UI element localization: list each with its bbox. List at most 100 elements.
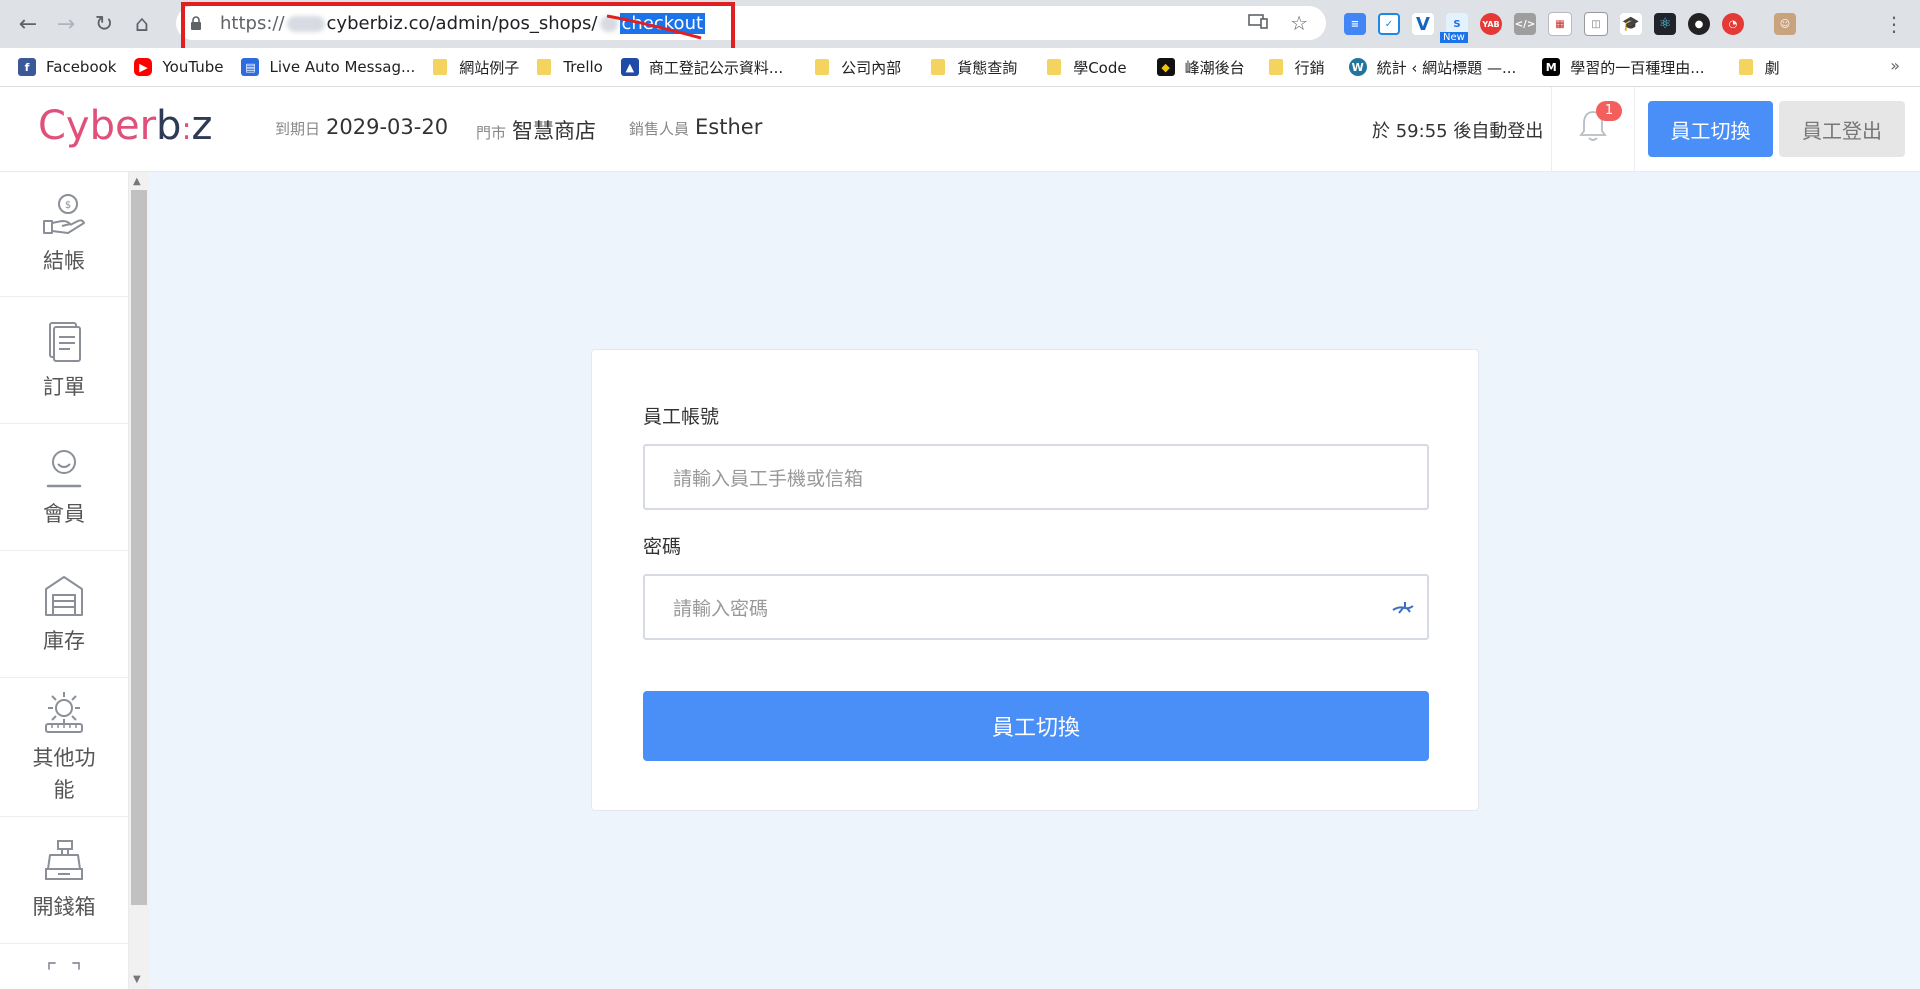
- notification-badge: 1: [1596, 101, 1622, 121]
- sidebar-item-label: 會員: [43, 502, 85, 526]
- grid-extension-icon[interactable]: ▦: [1548, 12, 1572, 36]
- bookmark-folder-shipping[interactable]: 貨態查詢: [931, 57, 1017, 78]
- account-input[interactable]: 請輸入員工手機或信箱: [643, 444, 1429, 510]
- switch-staff-button[interactable]: 員工切換: [1648, 101, 1773, 157]
- bookmark-label: Live Auto Messag...: [269, 58, 416, 76]
- folder-icon: [1268, 59, 1283, 75]
- sidebar-item-cash-drawer[interactable]: 開錢箱: [0, 817, 128, 944]
- bookmark-label: 學Code: [1073, 58, 1127, 77]
- home-icon[interactable]: ⌂: [124, 6, 160, 42]
- staff-label: 銷售人員: [629, 120, 690, 138]
- staff-switch-card: 員工帳號 請輸入員工手機或信箱 密碼 請輸入密碼 員工切換: [591, 349, 1479, 811]
- bookmark-admin[interactable]: ◆ 峰潮後台: [1156, 57, 1245, 78]
- bookmark-label: 統計 ‹ 網站標題 —...: [1376, 58, 1517, 77]
- bookmark-folder-drama[interactable]: 劇: [1738, 57, 1780, 78]
- order-document-icon: [49, 322, 81, 362]
- logo-dot: :: [181, 112, 192, 147]
- url-scheme: https://: [220, 12, 285, 34]
- sidebar-item-partial[interactable]: [0, 944, 128, 989]
- lock-icon: [190, 15, 206, 31]
- cast-icon[interactable]: [1248, 13, 1268, 34]
- notifications[interactable]: 1: [1551, 87, 1635, 171]
- url-selected-segment: checkout: [619, 12, 706, 34]
- warehouse-icon: [45, 576, 83, 616]
- bookmark-facebook[interactable]: f Facebook: [18, 58, 116, 76]
- bookmark-folder-trello[interactable]: Trello: [537, 58, 603, 76]
- medium-icon: M: [1542, 58, 1561, 76]
- ninja-extension-icon[interactable]: ●: [1688, 13, 1710, 35]
- switch-staff-submit-button[interactable]: 員工切換: [643, 691, 1429, 761]
- forward-icon[interactable]: →: [48, 6, 84, 42]
- v-extension-icon[interactable]: V: [1412, 13, 1434, 35]
- expiry-info: 到期日 2029-03-20: [275, 115, 448, 139]
- bookmark-live-auto[interactable]: ▤ Live Auto Messag...: [241, 58, 415, 76]
- translate-extension-icon[interactable]: ≡: [1344, 13, 1366, 35]
- sidebar-item-label: 其他功能: [32, 746, 96, 802]
- new-extension-icon[interactable]: S New: [1440, 13, 1468, 43]
- staff-value: Esther: [695, 115, 763, 139]
- sidebar-item-label: 結帳: [43, 249, 85, 273]
- logo-text: b: [156, 103, 182, 149]
- staff-logout-button[interactable]: 員工登出: [1779, 101, 1905, 157]
- expiry-label: 到期日: [275, 120, 321, 138]
- expiry-value: 2029-03-20: [326, 115, 449, 139]
- bookmark-label: YouTube: [162, 58, 224, 76]
- folder-icon: [931, 59, 946, 75]
- folder-icon: [537, 59, 552, 75]
- folder-icon: [815, 59, 830, 75]
- sidebar-scrollbar-thumb[interactable]: [131, 190, 147, 905]
- scroll-down-arrow-icon[interactable]: ▼: [133, 974, 141, 985]
- sidebar-item-more-functions[interactable]: 其他功能: [0, 678, 128, 817]
- extensions-bar: ≡ ✓ V S New YAB </> ▦ ◫ 🎓 ⚛ ● ◔ ☺: [1344, 8, 1796, 43]
- bookmark-label: 商工登記公示資料...: [648, 58, 784, 77]
- bookmark-moea[interactable]: ▲ 商工登記公示資料...: [620, 57, 784, 78]
- password-input[interactable]: 請輸入密碼: [643, 574, 1429, 640]
- cyberbiz-logo[interactable]: Cyberb:z: [38, 103, 213, 149]
- menu-kebab-icon[interactable]: ⋮: [1884, 12, 1904, 36]
- checkout-hand-coin-icon: $: [43, 194, 85, 234]
- account-label: 員工帳號: [643, 406, 720, 428]
- bookmark-folder-examples[interactable]: 網站例子: [433, 57, 519, 78]
- cash-register-icon: [45, 840, 83, 880]
- sidebar-item-members[interactable]: 會員: [0, 424, 128, 551]
- profile-avatar-icon[interactable]: ☺: [1774, 13, 1796, 35]
- moea-icon: ▲: [620, 58, 639, 76]
- bookmark-label: Facebook: [46, 58, 117, 76]
- graduation-extension-icon[interactable]: 🎓: [1620, 13, 1642, 35]
- address-bar[interactable]: https:// cyberbiz.co/admin/pos_shops/chec…: [176, 6, 1326, 40]
- code-extension-icon[interactable]: </>: [1514, 13, 1536, 35]
- staff-info: 銷售人員 Esther: [629, 115, 762, 139]
- url-blur: [599, 15, 618, 32]
- reload-icon[interactable]: ↻: [86, 6, 122, 42]
- layout-extension-icon[interactable]: ◫: [1584, 12, 1608, 36]
- bookmark-folder-marketing[interactable]: 行銷: [1268, 57, 1325, 78]
- bookmark-star-icon[interactable]: ☆: [1290, 11, 1308, 35]
- toggle-password-visibility-icon[interactable]: [1391, 596, 1415, 618]
- sidebar-item-orders[interactable]: 訂單: [0, 297, 128, 424]
- bookmark-label: 網站例子: [459, 58, 520, 77]
- react-extension-icon[interactable]: ⚛: [1654, 13, 1676, 35]
- bookmarks-overflow-icon[interactable]: »: [1890, 56, 1900, 75]
- svg-text:$: $: [65, 200, 71, 211]
- folder-icon: [1047, 59, 1062, 75]
- member-user-icon: [46, 450, 82, 488]
- scroll-up-arrow-icon[interactable]: ▲: [133, 176, 141, 187]
- bookmark-youtube[interactable]: ▶ YouTube: [134, 58, 223, 76]
- sidebar-item-checkout[interactable]: $ 結帳: [0, 172, 128, 297]
- yab-extension-icon[interactable]: YAB: [1480, 13, 1502, 35]
- bookmark-wordpress[interactable]: W 統計 ‹ 網站標題 —...: [1348, 57, 1517, 78]
- shield-extension-icon[interactable]: ✓: [1378, 13, 1400, 35]
- timer-extension-icon[interactable]: ◔: [1722, 13, 1744, 35]
- bookmark-label: 學習的一百種理由...: [1570, 58, 1705, 77]
- account-placeholder: 請輸入員工手機或信箱: [673, 467, 864, 490]
- bookmark-folder-code[interactable]: 學Code: [1047, 57, 1127, 78]
- bookmark-folder-internal[interactable]: 公司內部: [815, 57, 901, 78]
- bookmark-label: 行銷: [1294, 58, 1325, 77]
- back-icon[interactable]: ←: [10, 6, 46, 42]
- bookmark-label: 劇: [1764, 58, 1780, 77]
- sidebar-item-inventory[interactable]: 庫存: [0, 551, 128, 678]
- url-host: cyberbiz.co/admin/pos_shops/: [326, 12, 598, 34]
- app-header: Cyberb:z 到期日 2029-03-20 門市 智慧商店 銷售人員 Est…: [0, 87, 1920, 172]
- bookmark-medium[interactable]: M 學習的一百種理由...: [1542, 57, 1705, 78]
- password-placeholder: 請輸入密碼: [673, 597, 769, 620]
